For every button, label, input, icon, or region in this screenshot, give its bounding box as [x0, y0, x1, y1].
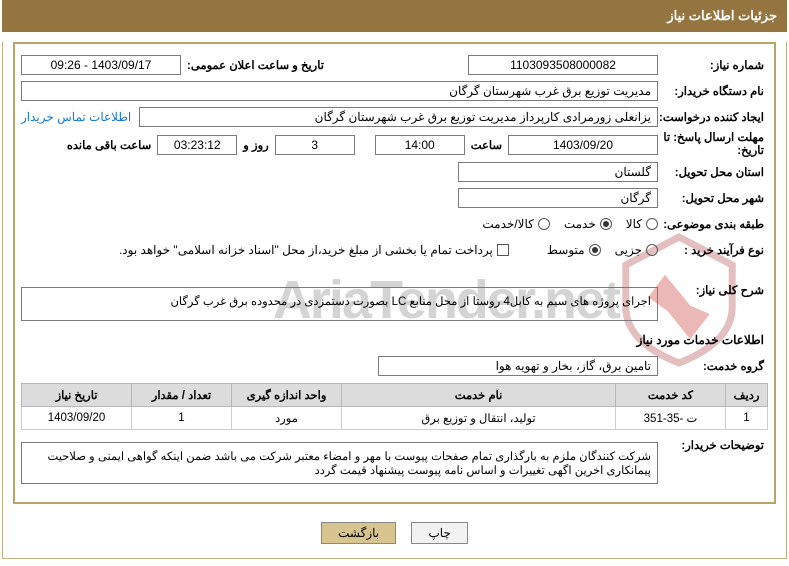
radio-label-goods: کالا — [626, 217, 642, 231]
value-deadline-hour: 14:00 — [375, 135, 465, 155]
value-creator: یزانعلی زورمرادی کارپرداز مدیریت توزیع ب… — [139, 107, 658, 127]
th-qty: تعداد / مقدار — [132, 384, 232, 407]
label-deadline: مهلت ارسال پاسخ: تا تاریخ: — [658, 132, 768, 157]
form-container: شماره نیاز: 1103093508000082 تاریخ و ساع… — [13, 42, 776, 504]
radio-dot-medium — [589, 244, 601, 256]
table-row: 1 ت -35-351 تولید، انتقال و توزیع برق مو… — [22, 407, 768, 430]
radio-label-service: خدمت — [564, 217, 596, 231]
button-bar: چاپ بازگشت — [3, 514, 786, 558]
label-need-desc: شرح کلی نیاز: — [658, 283, 768, 297]
th-need-date: تاریخ نیاز — [22, 384, 132, 407]
label-service-group: گروه خدمت: — [658, 359, 768, 373]
checkbox-label-payment: پرداخت تمام یا بخشی از مبلغ خرید،از محل … — [119, 243, 493, 257]
th-code: کد خدمت — [616, 384, 726, 407]
label-hour: ساعت — [465, 138, 508, 152]
th-row: ردیف — [726, 384, 768, 407]
label-province: استان محل تحویل: — [658, 165, 768, 179]
cell-qty: 1 — [132, 407, 232, 430]
value-service-group: تامین برق، گاز، بخار و تهویه هوا — [378, 356, 658, 376]
panel-body: شماره نیاز: 1103093508000082 تاریخ و ساع… — [2, 42, 787, 559]
value-deadline-date: 1403/09/20 — [508, 135, 658, 155]
value-province: گلستان — [458, 162, 658, 182]
value-need-no: 1103093508000082 — [468, 55, 658, 75]
back-button[interactable]: بازگشت — [321, 522, 396, 544]
details-panel: جزئیات اطلاعات نیاز شماره نیاز: 11030935… — [2, 0, 787, 559]
radio-dot-minor — [646, 244, 658, 256]
radio-label-minor: جزیی — [615, 243, 642, 257]
label-buyer-notes: توضیحات خریدار: — [658, 438, 768, 452]
label-need-no: شماره نیاز: — [658, 58, 768, 72]
label-buyer-org: نام دستگاه خریدار: — [658, 84, 768, 98]
checkbox-payment[interactable]: پرداخت تمام یا بخشی از مبلغ خرید،از محل … — [119, 243, 509, 257]
print-button[interactable]: چاپ — [411, 522, 467, 544]
label-buy-type: نوع فرآیند خرید : — [658, 243, 768, 257]
value-buyer-notes: شرکت کنندگان ملزم به بارگذاری تمام صفحات… — [21, 442, 658, 484]
label-city: شهر محل تحویل: — [658, 191, 768, 205]
radio-dot-goods — [646, 218, 658, 230]
section-services-info: اطلاعات خدمات مورد نیاز — [25, 333, 764, 347]
th-unit: واحد اندازه گیری — [232, 384, 342, 407]
label-remain: ساعت باقی مانده — [61, 138, 157, 152]
label-announce-date: تاریخ و ساعت اعلان عمومی: — [181, 58, 330, 72]
label-days-and: روز و — [237, 138, 274, 152]
value-need-desc: اجرای پروژه های سیم به کابل4 روستا از مح… — [21, 287, 658, 321]
radio-dot-service — [600, 218, 612, 230]
value-announce-date: 1403/09/17 - 09:26 — [21, 55, 181, 75]
label-category: طبقه بندی موضوعی: — [658, 217, 768, 231]
cell-unit: مورد — [232, 407, 342, 430]
radio-label-medium: متوسط — [547, 243, 585, 257]
cell-name: تولید، انتقال و توزیع برق — [342, 407, 616, 430]
radio-goods[interactable]: کالا — [626, 217, 658, 231]
th-name: نام خدمت — [342, 384, 616, 407]
radio-service[interactable]: خدمت — [564, 217, 612, 231]
checkbox-box-payment — [497, 244, 509, 256]
cell-need-date: 1403/09/20 — [22, 407, 132, 430]
panel-title: جزئیات اطلاعات نیاز — [2, 0, 787, 32]
value-countdown: 03:23:12 — [157, 135, 237, 155]
radio-both[interactable]: کالا/خدمت — [482, 217, 549, 231]
contact-link[interactable]: اطلاعات تماس خریدار — [21, 110, 139, 124]
value-days: 3 — [275, 135, 355, 155]
radio-minor[interactable]: جزیی — [615, 243, 658, 257]
value-buyer-org: مدیریت توزیع برق غرب شهرستان گرگان — [21, 81, 658, 101]
radio-medium[interactable]: متوسط — [547, 243, 601, 257]
radio-label-both: کالا/خدمت — [482, 217, 533, 231]
cell-row: 1 — [726, 407, 768, 430]
services-table: ردیف کد خدمت نام خدمت واحد اندازه گیری ت… — [21, 383, 768, 430]
cell-code: ت -35-351 — [616, 407, 726, 430]
table-header-row: ردیف کد خدمت نام خدمت واحد اندازه گیری ت… — [22, 384, 768, 407]
value-city: گرگان — [458, 188, 658, 208]
label-creator: ایجاد کننده درخواست: — [658, 110, 768, 124]
radio-dot-both — [538, 218, 550, 230]
